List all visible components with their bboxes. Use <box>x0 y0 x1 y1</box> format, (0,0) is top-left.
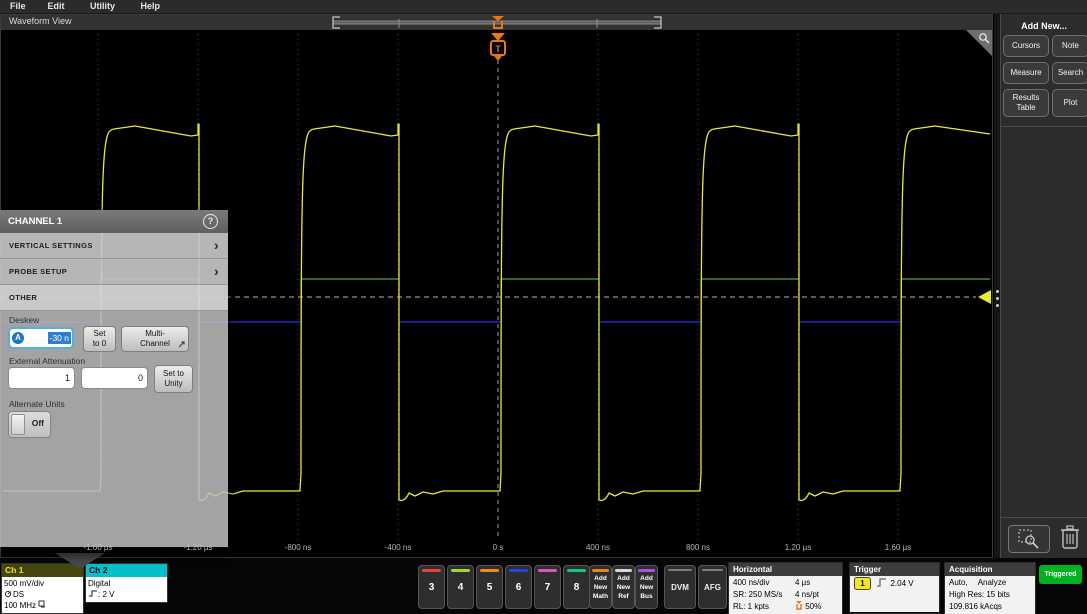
threshold-icon <box>88 589 98 598</box>
axis-label: 800 ns <box>686 543 710 552</box>
menu-edit[interactable]: Edit <box>48 0 88 13</box>
measure-button[interactable]: Measure <box>1003 62 1049 84</box>
multi-channel-button[interactable]: Multi- Channel <box>121 326 189 352</box>
section-vertical-settings[interactable]: VERTICAL SETTINGS › <box>0 233 228 259</box>
probe-icon <box>4 590 13 598</box>
ch2-threshold: : 2 V <box>98 590 114 599</box>
magnifier-icon <box>978 32 990 44</box>
deskew-input[interactable]: A -30 n <box>8 327 74 349</box>
axis-label: -800 ns <box>285 543 312 552</box>
axis-label: -400 ns <box>385 543 412 552</box>
add-new-title: Add New... <box>1001 21 1087 31</box>
alternate-units-label: Alternate Units <box>9 399 65 409</box>
ch1-bandwidth: 100 MHz <box>4 601 36 610</box>
plot-button[interactable]: Plot <box>1052 89 1087 117</box>
channel-3-button[interactable]: 3 <box>418 565 445 609</box>
channel-1-dialog: CHANNEL 1 ? VERTICAL SETTINGS › PROBE SE… <box>0 210 228 553</box>
svg-text:T: T <box>495 44 501 54</box>
section-other[interactable]: OTHER <box>0 285 228 311</box>
channel-7-button[interactable]: 7 <box>534 565 561 609</box>
channel-4-button[interactable]: 4 <box>447 565 474 609</box>
zoom-box-icon <box>1018 529 1040 549</box>
cursors-button[interactable]: Cursors <box>1003 35 1049 57</box>
add-new-ref-button[interactable]: Add New Ref <box>612 565 635 609</box>
oscilloscope-app: File Edit Utility Help Waveform View T -… <box>0 0 1087 614</box>
dialog-body: Deskew A -30 n Set to 0 Multi- Channel E… <box>0 311 228 547</box>
dvm-button[interactable]: DVM <box>664 565 696 609</box>
axis-label: 1.20 µs <box>785 543 811 552</box>
ruler-track <box>333 21 661 24</box>
menu-utility[interactable]: Utility <box>90 0 138 13</box>
trigger-level: 2.04 V <box>890 579 913 588</box>
external-attenuation-label: External Attenuation <box>9 356 85 366</box>
afg-button[interactable]: AFG <box>698 565 727 609</box>
channel-5-button[interactable]: 5 <box>476 565 503 609</box>
axis-label: 400 ns <box>586 543 610 552</box>
expand-icon <box>178 341 185 348</box>
channel-8-button[interactable]: 8 <box>563 565 590 609</box>
attenuation-input-2[interactable]: 0 <box>81 367 148 389</box>
toggle-knob <box>11 414 25 435</box>
trigger-panel[interactable]: Trigger 1 2.04 V <box>849 562 940 614</box>
timebase-ruler <box>1 15 992 30</box>
ch1-probe: DS <box>13 590 24 599</box>
deskew-value: -30 n <box>48 332 71 344</box>
acquisition-panel[interactable]: Acquisition Auto,Analyze High Res: 15 bi… <box>944 562 1036 614</box>
results-table-button[interactable]: Results Table <box>1003 89 1049 117</box>
ch2-mode: Digital <box>88 578 167 589</box>
set-to-zero-button[interactable]: Set to 0 <box>83 326 116 352</box>
deskew-label: Deskew <box>9 315 39 325</box>
zoom-mode-button[interactable] <box>1008 525 1050 553</box>
channel-2-badge[interactable]: Ch 2 Digital : 2 V <box>85 563 168 603</box>
menu-help[interactable]: Help <box>141 0 181 13</box>
add-new-panel: Add New... Cursors Note Measure Search R… <box>1000 14 1087 558</box>
add-new-bus-button[interactable]: Add New Bus <box>635 565 658 609</box>
set-to-unity-button[interactable]: Set to Unity <box>154 365 193 393</box>
menu-bar: File Edit Utility Help <box>0 0 1087 14</box>
bottom-bar: Ch 1 500 mV/div DS 100 MHz <box>0 558 1087 614</box>
axis-label: 1.60 µs <box>885 543 911 552</box>
menu-file[interactable]: File <box>10 0 45 13</box>
panel-divider <box>1001 126 1087 127</box>
add-new-math-button[interactable]: Add New Math <box>589 565 612 609</box>
dialog-header: CHANNEL 1 ? <box>0 210 228 233</box>
ch1-scale: 500 mV/div <box>4 578 83 589</box>
trigger-source-badge: 1 <box>854 577 871 590</box>
chevron-right-icon: › <box>214 259 219 283</box>
search-button[interactable]: Search <box>1052 62 1087 84</box>
section-probe-setup[interactable]: PROBE SETUP › <box>0 259 228 285</box>
dialog-title: CHANNEL 1 <box>8 216 62 227</box>
waveform-view-titlebar: Waveform View <box>1 15 992 31</box>
toggle-state: Off <box>32 418 44 428</box>
channel-1-badge[interactable]: Ch 1 500 mV/div DS 100 MHz <box>1 563 84 614</box>
alternate-units-toggle[interactable]: Off <box>8 411 51 438</box>
horizontal-panel[interactable]: Horizontal 400 ns/div4 µs SR: 250 MS/s4 … <box>728 562 843 614</box>
bandwidth-icon <box>38 600 46 608</box>
note-button[interactable]: Note <box>1052 35 1087 57</box>
trigger-level-arrow[interactable] <box>978 290 991 304</box>
attenuation-input-1[interactable]: 1 <box>8 367 75 389</box>
triggered-status-badge: Triggered <box>1039 565 1082 584</box>
help-icon[interactable]: ? <box>203 214 218 229</box>
axis-label: 0 s <box>493 543 504 552</box>
dialog-callout-tail <box>55 553 105 569</box>
knob-a-icon: A <box>12 332 24 344</box>
trigger-position-marker[interactable]: T <box>491 33 505 61</box>
trash-icon[interactable] <box>1059 523 1081 551</box>
channel-6-button[interactable]: 6 <box>505 565 532 609</box>
expansion-point-icon <box>795 601 803 610</box>
rising-edge-icon <box>876 577 888 588</box>
chevron-right-icon: › <box>214 233 219 257</box>
